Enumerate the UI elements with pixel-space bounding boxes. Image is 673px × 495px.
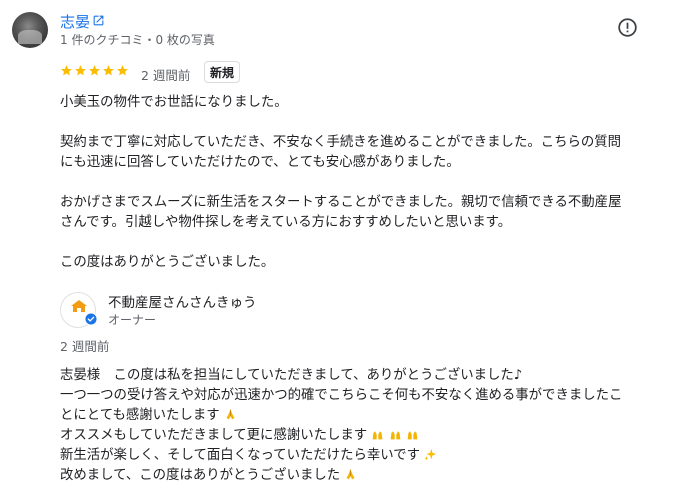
star-icon <box>75 65 86 76</box>
reply-text: オススメもしていただきまして更に感謝いたします <box>60 428 368 443</box>
reply-text: とにとても感謝いたします <box>60 408 220 423</box>
folded-hands-emoji <box>346 469 355 480</box>
star-icon <box>117 65 128 76</box>
review-text-line: 小美玉の物件でお世話になりました。 <box>60 95 288 110</box>
folded-hands-emoji <box>226 409 235 420</box>
raising-hands-emoji <box>407 431 418 440</box>
reviewer-meta: 1 件のクチコミ・0 枚の写真 <box>60 33 215 47</box>
report-icon[interactable] <box>617 17 638 38</box>
reply-text-line: 志晏様 この度は私を担当にしていただきまして、ありがとうございました♪ <box>60 368 523 383</box>
star-icon <box>89 65 100 76</box>
reviewer-avatar[interactable] <box>12 12 48 48</box>
review-date: 2 週間前 <box>141 68 191 83</box>
reply-text-line: 改めまして、この度はありがとうございました <box>60 466 357 486</box>
open-in-new-icon[interactable] <box>92 14 105 27</box>
raising-hands-emoji <box>390 431 401 440</box>
reply-text-line: 一つ一つの受け答えや対応が迅速かつ的確でこちらこそ何も不安なく進める事ができまし… <box>60 388 623 403</box>
reviewer-name-link[interactable]: 志晏 <box>60 11 90 32</box>
owner-reply-date: 2 週間前 <box>60 339 110 354</box>
sparkles-emoji <box>424 448 437 461</box>
review-text-line: 契約まで丁寧に対応していただき、不安なく手続きを進めることができました。こちらの… <box>60 135 622 150</box>
owner-name: 不動産屋さんさんきゅう <box>108 295 257 311</box>
star-icon <box>103 65 114 76</box>
review-text-line: この度はありがとうございました。 <box>60 255 275 270</box>
raising-hands-emoji <box>373 431 383 440</box>
reply-text-line: オススメもしていただきまして更に感謝いたします <box>60 426 419 446</box>
owner-role: オーナー <box>108 313 157 327</box>
star-icon <box>61 65 72 76</box>
reply-text: 新生活が楽しく、そして面白くなっていただけたら幸いです <box>60 448 421 463</box>
verified-badge-icon <box>84 312 98 326</box>
review-text-line: おかげさまでスムーズに新生活をスタートすることができました。親切で信頼できる不動… <box>60 195 622 210</box>
review-text-line: にも迅速に回答していただけたので、とても安心感がありました。 <box>60 155 460 170</box>
reply-text-line: 新生活が楽しく、そして面白くなっていただけたら幸いです <box>60 446 437 466</box>
reply-text: 改めまして、この度はありがとうございました <box>60 468 341 483</box>
review-text-line: さんです。引越しや物件探しを考えている方におすすめしたいと思います。 <box>60 215 512 230</box>
house-logo-icon <box>71 300 87 312</box>
reply-text-line: とにとても感謝いたします <box>60 406 237 426</box>
star-rating <box>60 64 129 77</box>
new-badge: 新規 <box>204 61 241 83</box>
